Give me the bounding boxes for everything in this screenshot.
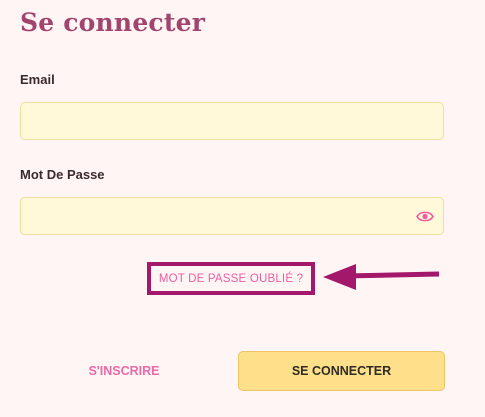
page-title: Se connecter — [20, 8, 206, 37]
eye-icon[interactable] — [416, 210, 434, 223]
email-label: Email — [20, 72, 55, 87]
password-label: Mot De Passe — [20, 167, 105, 182]
signup-button[interactable]: S'INSCRIRE — [80, 356, 168, 386]
login-button[interactable]: SE CONNECTER — [238, 351, 445, 391]
forgot-password-link[interactable]: MOT DE PASSE OUBLIÉ ? — [159, 273, 303, 285]
password-field[interactable] — [20, 197, 444, 235]
forgot-password-highlight: MOT DE PASSE OUBLIÉ ? — [147, 262, 315, 295]
email-field[interactable] — [20, 102, 444, 140]
arrow-left-icon — [323, 264, 440, 290]
